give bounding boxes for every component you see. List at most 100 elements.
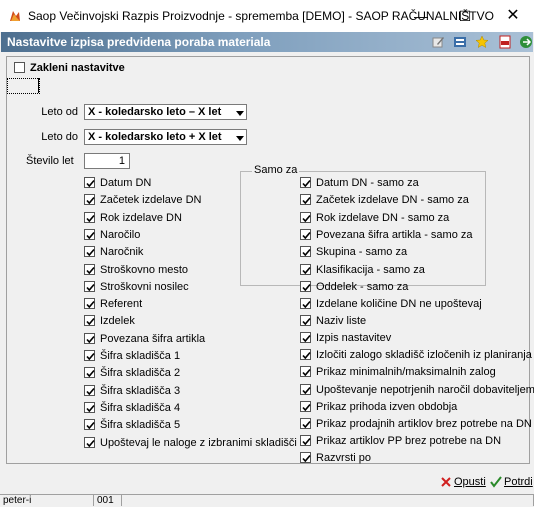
- option-label: Stroškovni nosilec: [100, 280, 189, 293]
- checkbox-box[interactable]: [300, 366, 311, 378]
- option-checkbox[interactable]: Stroškovno mesto: [84, 263, 254, 277]
- checkbox-box[interactable]: [300, 228, 311, 240]
- lock-settings-checkbox[interactable]: Zakleni nastavitve: [14, 61, 214, 75]
- checkbox-box[interactable]: [84, 384, 95, 396]
- checkmark-icon: [302, 335, 311, 343]
- option-label: Rok izdelave DN: [100, 211, 182, 224]
- checkbox-box[interactable]: [300, 383, 311, 395]
- option-checkbox[interactable]: Datum DN: [84, 176, 254, 190]
- checkmark-icon: [86, 249, 95, 257]
- option-checkbox[interactable]: Prikaz artiklov PP brez potrebe na DN: [300, 434, 528, 448]
- option-checkbox[interactable]: Datum DN - samo za: [300, 176, 480, 190]
- checkbox-box[interactable]: [300, 349, 311, 361]
- minimize-button[interactable]: —: [404, 4, 438, 28]
- option-label: Upoštevaj le naloge z izbranimi skladišč…: [100, 436, 297, 449]
- tab-placeholder[interactable]: [7, 78, 40, 94]
- option-checkbox[interactable]: Izpis nastavitev: [300, 331, 528, 345]
- option-checkbox[interactable]: Izdelek: [84, 314, 254, 328]
- leto-do-label: Leto do: [41, 131, 78, 143]
- option-checkbox[interactable]: Referent: [84, 297, 254, 311]
- checkbox-box[interactable]: [84, 177, 95, 188]
- chevron-down-icon[interactable]: [236, 111, 244, 116]
- checkbox-box[interactable]: [84, 298, 95, 310]
- export-icon[interactable]: [519, 35, 533, 49]
- checkbox-box[interactable]: [300, 177, 311, 188]
- checkbox-box[interactable]: [300, 434, 311, 446]
- checkbox-box[interactable]: [84, 401, 95, 413]
- option-label: Naziv liste: [316, 315, 367, 328]
- checkbox-box[interactable]: [300, 280, 311, 292]
- favorite-star-icon[interactable]: [475, 35, 489, 49]
- checkbox-box[interactable]: [84, 332, 95, 344]
- leto-do-value: X - koledarsko leto + X let: [88, 131, 222, 143]
- checkbox-box[interactable]: [300, 194, 311, 206]
- option-checkbox[interactable]: Izdelane količine DN ne upoštevaj: [300, 297, 528, 311]
- checkbox-box[interactable]: [84, 280, 95, 292]
- checkmark-icon: [302, 249, 311, 257]
- checkbox-box[interactable]: [300, 417, 311, 429]
- checkbox-box[interactable]: [84, 367, 95, 379]
- checkbox-box[interactable]: [84, 246, 95, 258]
- option-checkbox[interactable]: Upoštevanje nepotrjenih naročil dobavite…: [300, 383, 534, 397]
- option-checkbox[interactable]: Izločiti zalogo skladišč izločenih iz pl…: [300, 348, 532, 362]
- option-checkbox[interactable]: Začetek izdelave DN - samo za: [300, 193, 480, 207]
- option-checkbox[interactable]: Oddelek - samo za: [300, 280, 480, 294]
- checkbox-box[interactable]: [84, 350, 95, 361]
- leto-do-select[interactable]: X - koledarsko leto + X let: [84, 129, 247, 145]
- option-checkbox[interactable]: Naziv liste: [300, 314, 528, 328]
- leto-od-label: Leto od: [41, 106, 78, 118]
- option-checkbox[interactable]: Šifra skladišča 4: [84, 401, 254, 415]
- option-checkbox[interactable]: Stroškovni nosilec: [84, 280, 254, 294]
- checkbox-box[interactable]: [84, 263, 95, 275]
- checkbox-box[interactable]: [84, 315, 95, 327]
- checkbox-box[interactable]: [300, 451, 311, 463]
- option-checkbox[interactable]: Rok izdelave DN: [84, 211, 254, 225]
- status-bar: peter-i 001: [0, 494, 534, 506]
- option-checkbox[interactable]: Povezana šifra artikla - samo za: [300, 228, 480, 242]
- confirm-label: Potrdi: [504, 476, 533, 488]
- checkbox-box[interactable]: [84, 211, 95, 223]
- checkmark-icon: [86, 352, 95, 361]
- option-checkbox[interactable]: Razvrsti po: [300, 451, 528, 465]
- stevilo-let-input[interactable]: 1: [84, 153, 130, 169]
- option-checkbox[interactable]: Šifra skladišča 5: [84, 418, 254, 432]
- option-checkbox[interactable]: Naročilo: [84, 228, 254, 242]
- option-checkbox[interactable]: Naročnik: [84, 245, 254, 259]
- chevron-down-icon[interactable]: [236, 136, 244, 141]
- option-checkbox[interactable]: Povezana šifra artikla: [84, 332, 254, 346]
- checkbox-box[interactable]: [300, 332, 311, 344]
- option-checkbox[interactable]: Skupina - samo za: [300, 245, 480, 259]
- option-checkbox[interactable]: Šifra skladišča 3: [84, 384, 254, 398]
- option-checkbox[interactable]: Prikaz prodajnih artiklov brez potrebe n…: [300, 417, 532, 431]
- checkbox-box[interactable]: [300, 298, 311, 309]
- checkbox-box[interactable]: [300, 211, 311, 223]
- maximize-button[interactable]: ☐: [448, 4, 482, 28]
- checkbox-box[interactable]: [14, 62, 25, 73]
- checkbox-box[interactable]: [84, 419, 95, 431]
- checkbox-box[interactable]: [300, 315, 311, 327]
- option-checkbox[interactable]: Šifra skladišča 2: [84, 366, 254, 380]
- option-label: Šifra skladišča 3: [100, 384, 181, 397]
- checkbox-box[interactable]: [300, 400, 311, 412]
- checkbox-box[interactable]: [84, 436, 95, 448]
- checkmark-icon: [86, 214, 95, 222]
- option-checkbox[interactable]: Upoštevaj le naloge z izbranimi skladišč…: [84, 436, 297, 450]
- option-checkbox[interactable]: Klasifikacija - samo za: [300, 263, 480, 277]
- option-checkbox[interactable]: Začetek izdelave DN: [84, 193, 254, 207]
- status-empty: [122, 494, 534, 506]
- option-checkbox[interactable]: Šifra skladišča 1: [84, 349, 254, 363]
- option-checkbox[interactable]: Prikaz prihoda izven obdobja: [300, 400, 528, 414]
- checkbox-box[interactable]: [300, 263, 311, 275]
- edit-icon[interactable]: [431, 35, 445, 49]
- checkbox-box[interactable]: [84, 228, 95, 240]
- close-button[interactable]: ✕: [496, 4, 530, 28]
- option-checkbox[interactable]: Rok izdelave DN - samo za: [300, 211, 480, 225]
- checkbox-box[interactable]: [300, 246, 311, 258]
- option-label: Naročnik: [100, 246, 144, 259]
- checkbox-box[interactable]: [84, 194, 95, 206]
- settings-icon[interactable]: [453, 35, 467, 49]
- pdf-icon[interactable]: [498, 35, 512, 49]
- option-checkbox[interactable]: Prikaz minimalnih/maksimalnih zalog: [300, 365, 528, 379]
- option-label: Prikaz prihoda izven obdobja: [316, 400, 458, 413]
- leto-od-select[interactable]: X - koledarsko leto – X let: [84, 104, 247, 120]
